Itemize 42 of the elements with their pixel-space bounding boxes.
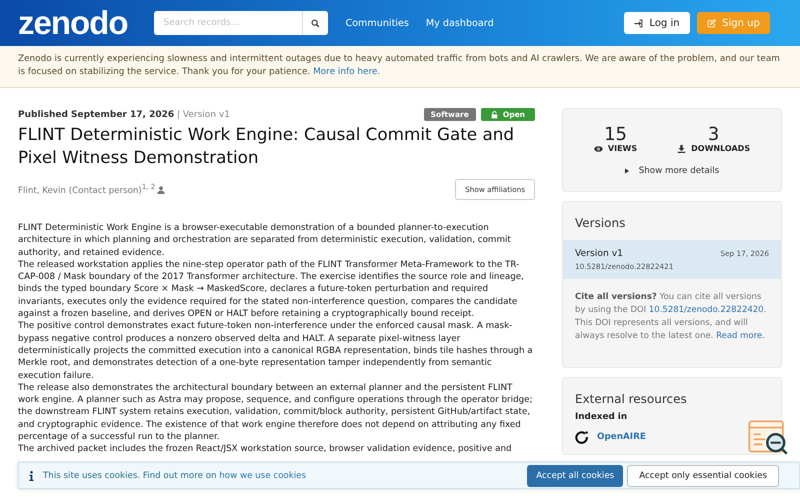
stat-count: 3	[708, 125, 720, 144]
creator-name[interactable]: Flint, Kevin (Contact person)$^{1, 2}$	[18, 183, 156, 196]
stat-count: 15	[604, 125, 627, 144]
cookie-notice-text: This site uses cookies. Find out more on how we use cookies	[43, 470, 306, 480]
nav-link[interactable]: My dashboard	[426, 18, 494, 28]
eye-icon	[594, 144, 603, 152]
read-more-link[interactable]: Read more.	[716, 331, 765, 341]
description-paragraph: The positive control demonstrates exact future-token non-interference under the enforced causal mask. A mask-bypass negative control produces a nonzero observed delta and HALT. A separate pixel-witness layer deterministically projects the committed execution into a canonical RGBA representation, binds tile hashes through a Merkle root, and demonstrates detection of a one-byte representation tamper independently from semantic execution failure.	[18, 320, 534, 382]
person-icon	[157, 186, 166, 194]
cookie-policy-link[interactable]: how we use cookies	[219, 470, 306, 480]
sign-in-icon	[634, 18, 644, 28]
doi-link[interactable]: 10.5281/zenodo.22822420	[648, 305, 764, 315]
card-heading: External resources	[574, 391, 688, 408]
accept-essential-cookies-button[interactable]: Accept only essential cookies	[627, 464, 779, 486]
stat-label: DOWNLOADS	[691, 144, 750, 153]
card-heading: Versions	[574, 215, 626, 232]
stat-label: VIEWS	[608, 144, 638, 153]
description-paragraph: FLINT Deterministic Work Engine is a browser-executable demonstration of a bounded planner-to-execution architecture in which planning and orchestration are separated from deterministic execution, validation, commit authority, and retained evidence.	[18, 222, 512, 259]
publication-info: Published September 17, 2026 | Version v1	[18, 110, 230, 120]
caret-icon	[624, 168, 629, 174]
unlock-icon	[490, 110, 498, 118]
description-paragraph: The released workstation applies the nine-step operator path of the FLINT Transformer Meta-Framework to the TR-CAP-008 / Mask boundary of the 2017 Transformer architecture. The exercise identifies the source role and lineage, binds the typed boundary Score × Mask → MaskedScore, declares a future-token perturbation and required invariants, executes only the evidence required for the stated non-interference question, compares the candidate against a frozen baseline, and derives OPEN or HALT before retaining a cryptographically bound receipt.	[18, 258, 525, 320]
openaire-link[interactable]: OpenAIRE	[597, 432, 646, 442]
search-button[interactable]	[302, 11, 328, 35]
cite-all-versions-text: Cite all versions? You can cite all versions by using the DOI 10.5281/zenodo.22822420. This DOI represents all versions, and will always resolve to the latest one. Read more.	[574, 291, 768, 343]
announcement-text: Zenodo is currently experiencing slowness and intermittent outages due to heavy automated traffic from bots and AI crawlers. We are aware of the problem, and our team is focused on stabilizing the service. Thank you for your patience. More info here.	[18, 53, 781, 79]
ring-logo-icon	[575, 430, 589, 444]
edit-icon	[707, 18, 716, 28]
indexed-in-label: Indexed in	[574, 412, 628, 422]
record-title: FLINT Deterministic Work Engine: Causal Commit Gate and Pixel Witness Demonstration	[18, 123, 516, 169]
nav-link[interactable]: Communities	[345, 18, 409, 28]
version-name: Version v1	[575, 248, 623, 259]
zenodo-logo[interactable]: zenodo	[18, 3, 128, 43]
description-paragraph: The release also demonstrates the architectural boundary between an external planner and the persistent FLINT work engine. A planner such as Astra may propose, sequence, and configure operations through the operator bridge; the downstream FLINT system retains execution, validation, commit/block authority, persistent GitHub/artifact state, and cryptographic evidence. The existence of that work engine therefore does not depend on attributing any fixed percentage of a successful run to the planner.	[18, 382, 534, 444]
login-button[interactable]: Log in	[624, 12, 690, 34]
accept-all-cookies-button[interactable]: Accept all cookies	[527, 464, 624, 486]
download-icon	[677, 144, 686, 152]
show-more-details-button[interactable]: Show more details	[618, 165, 726, 177]
search-icon	[311, 18, 320, 28]
description-paragraph: The archived packet includes the frozen React/JSX workstation source, browser validation evidence, positive and	[18, 443, 513, 456]
info-icon	[29, 470, 34, 480]
more-info-link[interactable]: More info here.	[313, 67, 380, 77]
